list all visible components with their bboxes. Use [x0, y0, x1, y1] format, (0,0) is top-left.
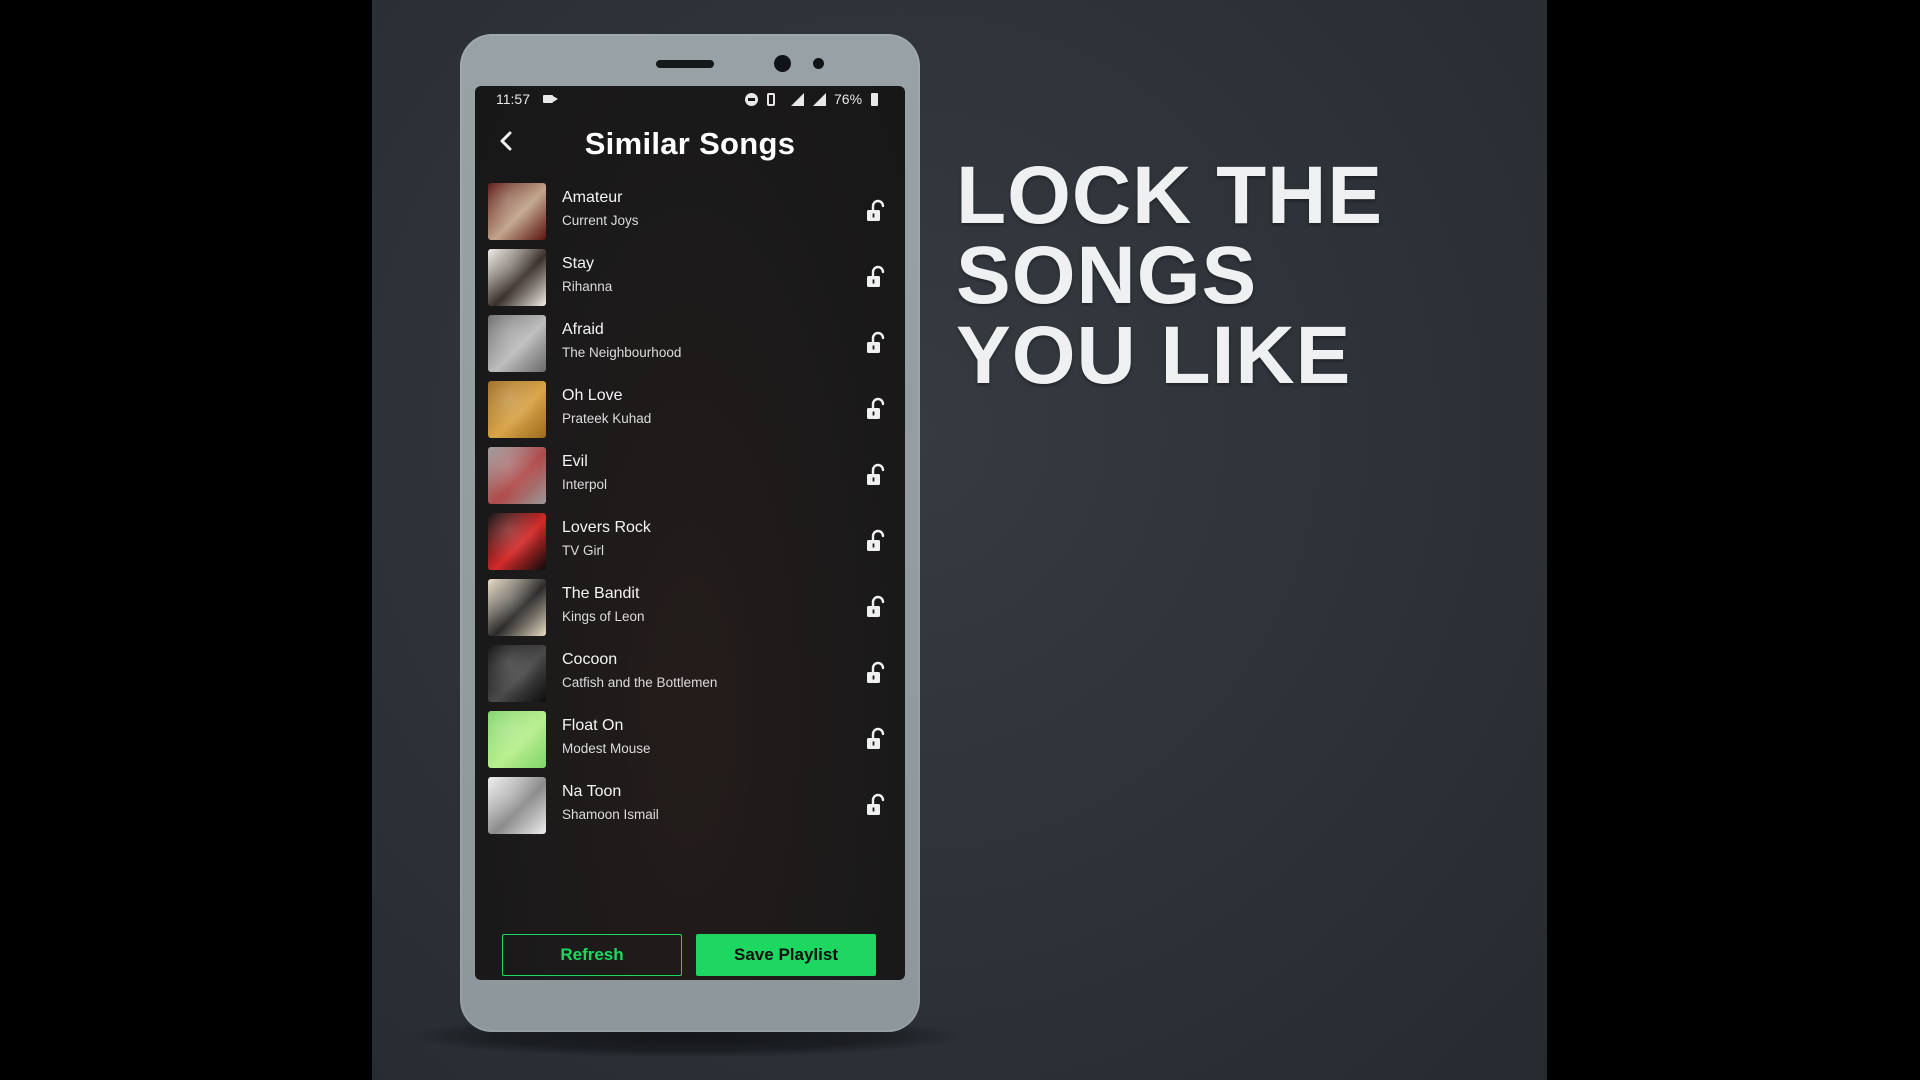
unlocked-padlock-icon[interactable]	[865, 265, 887, 289]
unlocked-padlock-icon[interactable]	[865, 199, 887, 223]
song-row[interactable]: Cocoon Catfish and the Bottlemen	[475, 642, 905, 708]
battery-percent: 76%	[834, 91, 863, 107]
album-art	[488, 249, 546, 306]
album-art	[488, 381, 546, 438]
song-title: Oh Love	[562, 387, 623, 404]
unlocked-padlock-icon[interactable]	[865, 331, 887, 355]
album-art	[488, 579, 546, 636]
unlocked-padlock-icon[interactable]	[865, 397, 887, 421]
song-row[interactable]: Na Toon Shamoon Ismail	[475, 774, 905, 840]
song-artist: The Neighbourhood	[562, 345, 682, 360]
promo-line: YOU LIKE	[956, 310, 1352, 401]
phone-sensor	[813, 58, 824, 69]
song-artist: TV Girl	[562, 543, 604, 558]
page-title: Similar Songs	[584, 126, 796, 161]
song-title: The Bandit	[562, 585, 640, 602]
screen-header: Similar Songs	[475, 112, 905, 180]
song-title: Float On	[562, 717, 624, 734]
vibrate-icon	[767, 93, 775, 106]
promo-headline: LOCK THE SONGS YOU LIKE	[956, 150, 1516, 401]
save-playlist-button[interactable]: Save Playlist	[696, 934, 876, 976]
song-row[interactable]: Amateur Current Joys	[475, 180, 905, 246]
unlocked-padlock-icon[interactable]	[865, 595, 887, 619]
song-title: Evil	[562, 453, 588, 470]
song-list: Amateur Current Joys Stay Rihanna Afraid The …	[475, 180, 905, 840]
unlocked-padlock-icon[interactable]	[865, 661, 887, 685]
unlocked-padlock-icon[interactable]	[865, 529, 887, 553]
battery-icon	[871, 93, 878, 106]
song-row[interactable]: Lovers Rock TV Girl	[475, 510, 905, 576]
album-art	[488, 711, 546, 768]
unlocked-padlock-icon[interactable]	[865, 727, 887, 751]
phone-camera	[774, 55, 791, 72]
song-artist: Catfish and the Bottlemen	[562, 675, 718, 690]
song-artist: Shamoon Ismail	[562, 807, 659, 822]
app-screen: 11:57 76% Similar Songs Amateur Current J…	[475, 86, 905, 980]
refresh-button[interactable]: Refresh	[502, 934, 682, 976]
album-art	[488, 183, 546, 240]
song-row[interactable]: Afraid The Neighbourhood	[475, 312, 905, 378]
phone-speaker	[656, 60, 714, 68]
promo-line: LOCK THE	[956, 150, 1384, 241]
song-title: Stay	[562, 255, 595, 272]
song-artist: Prateek Kuhad	[562, 411, 652, 426]
song-artist: Modest Mouse	[562, 741, 651, 756]
album-art	[488, 645, 546, 702]
song-row[interactable]: Oh Love Prateek Kuhad	[475, 378, 905, 444]
promo-stage: 11:57 76% Similar Songs Amateur Current J…	[372, 0, 1547, 1080]
status-bar: 11:57 76%	[475, 86, 905, 112]
signal-icon	[813, 93, 826, 106]
do-not-disturb-icon	[745, 93, 758, 106]
song-title: Afraid	[562, 321, 604, 338]
song-title: Na Toon	[562, 783, 622, 800]
song-row[interactable]: The Bandit Kings of Leon	[475, 576, 905, 642]
song-title: Amateur	[562, 189, 623, 206]
signal-icon	[791, 93, 804, 106]
song-title: Cocoon	[562, 651, 618, 668]
album-art	[488, 447, 546, 504]
song-title: Lovers Rock	[562, 519, 651, 536]
song-artist: Rihanna	[562, 279, 613, 294]
phone-mockup: 11:57 76% Similar Songs Amateur Current J…	[460, 34, 920, 1032]
album-art	[488, 513, 546, 570]
unlocked-padlock-icon[interactable]	[865, 463, 887, 487]
song-artist: Interpol	[562, 477, 608, 492]
unlocked-padlock-icon[interactable]	[865, 793, 887, 817]
song-row[interactable]: Stay Rihanna	[475, 246, 905, 312]
album-art	[488, 777, 546, 834]
video-record-icon	[543, 95, 558, 103]
promo-line: SONGS	[956, 230, 1258, 321]
song-artist: Current Joys	[562, 213, 639, 228]
status-time: 11:57	[496, 91, 530, 107]
album-art	[488, 315, 546, 372]
song-row[interactable]: Evil Interpol	[475, 444, 905, 510]
song-artist: Kings of Leon	[562, 609, 645, 624]
song-row[interactable]: Float On Modest Mouse	[475, 708, 905, 774]
